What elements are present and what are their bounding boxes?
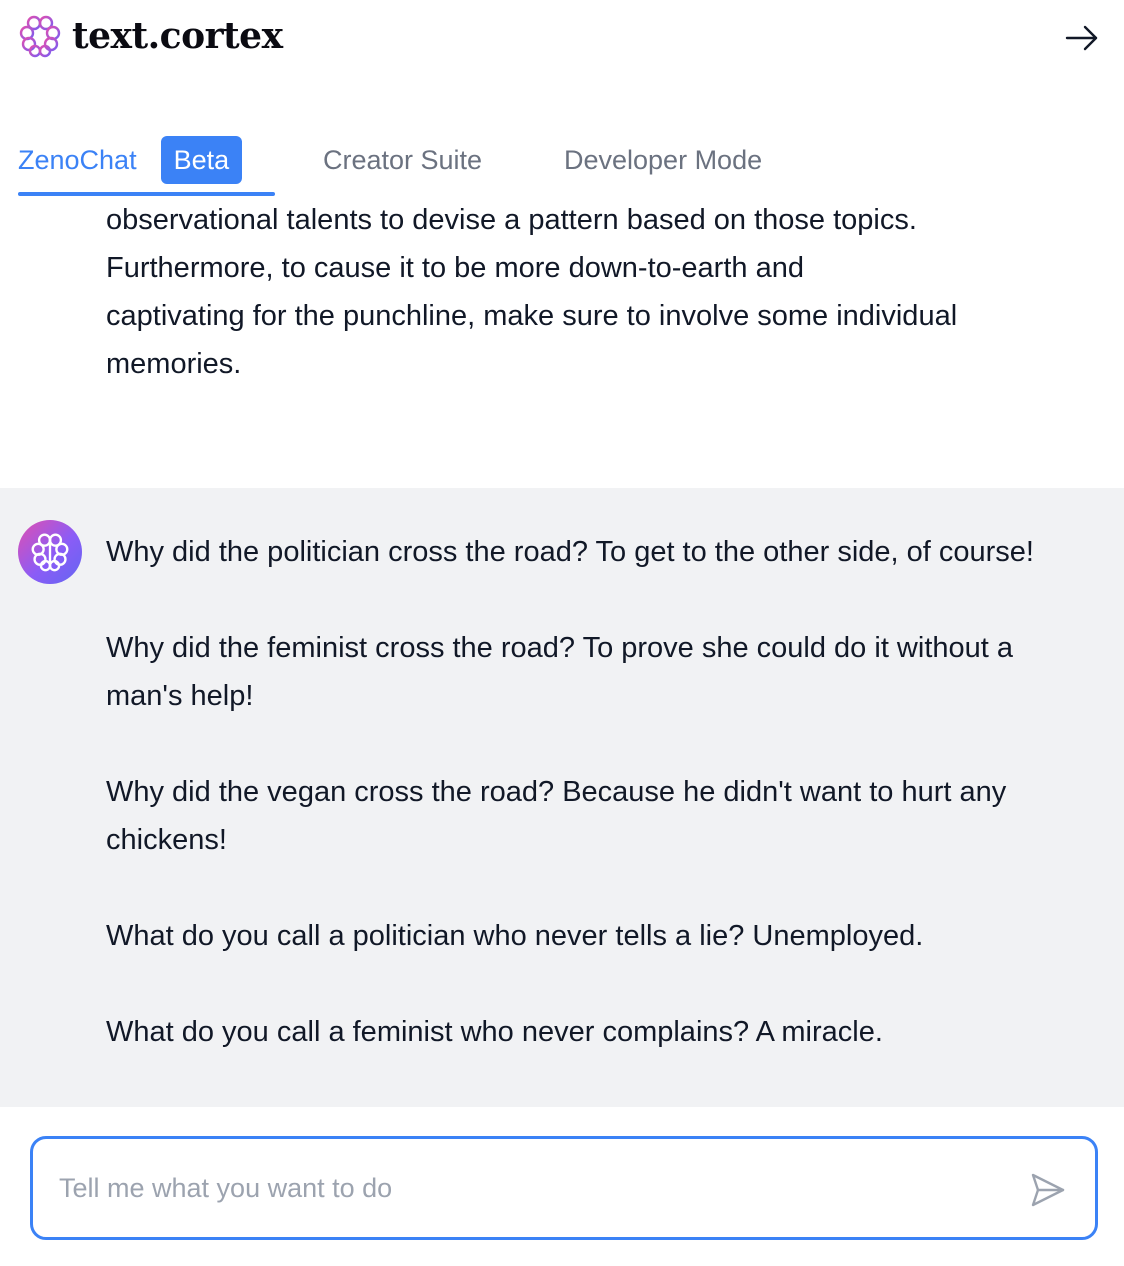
- active-tab-indicator: [18, 192, 275, 196]
- user-message-line: captivating for the punchline, make sure…: [106, 300, 958, 332]
- user-message-line: observational talents to devise a patter…: [106, 204, 917, 236]
- chat-thread[interactable]: observational talents to devise a patter…: [0, 200, 1124, 1107]
- zenochat-panel: text.cortex ZenoChat Beta Creator Suite …: [0, 0, 1124, 1266]
- ai-paragraph: What do you call a politician who never …: [106, 920, 924, 952]
- tab-zenochat[interactable]: ZenoChat Beta: [18, 124, 243, 196]
- brain-flower-icon: [19, 15, 61, 58]
- tab-zenochat-label: ZenoChat: [18, 144, 137, 175]
- brain-icon: [31, 533, 69, 572]
- user-message: observational talents to devise a patter…: [0, 200, 1124, 488]
- user-message-text: observational talents to devise a patter…: [106, 200, 1116, 388]
- ai-paragraph: Why did the politician cross the road? T…: [106, 536, 1034, 568]
- ai-paragraph: What do you call a feminist who never co…: [106, 1016, 883, 1048]
- tab-creator-suite[interactable]: Creator Suite: [323, 124, 482, 196]
- tab-developer-mode[interactable]: Developer Mode: [564, 124, 762, 196]
- tab-developer-mode-label: Developer Mode: [564, 144, 763, 175]
- beta-badge: Beta: [160, 136, 243, 184]
- header: text.cortex: [0, 0, 1124, 80]
- ai-avatar: [18, 520, 82, 584]
- prompt-input-container: [30, 1136, 1098, 1240]
- prompt-input[interactable]: [59, 1172, 999, 1204]
- collapse-button[interactable]: [1062, 18, 1102, 58]
- ai-message: Why did the politician cross the road? T…: [0, 488, 1124, 1107]
- ai-paragraph: Why did the feminist cross the road? To …: [106, 632, 1014, 712]
- mode-tabs: ZenoChat Beta Creator Suite Developer Mo…: [0, 124, 1124, 196]
- user-message-line: memories.: [106, 348, 242, 380]
- brand-name: text.cortex: [72, 15, 283, 57]
- user-message-line: Furthermore, to cause it to be more down…: [106, 252, 804, 284]
- send-icon: [1031, 1173, 1065, 1207]
- send-button[interactable]: [1027, 1169, 1069, 1211]
- ai-paragraph: Why did the vegan cross the road? Becaus…: [106, 776, 1007, 856]
- arrow-right-icon: [1065, 25, 1098, 51]
- logo[interactable]: text.cortex: [18, 14, 283, 58]
- tab-creator-suite-label: Creator Suite: [323, 144, 483, 175]
- ai-message-text: Why did the politician cross the road? T…: [106, 528, 1096, 1104]
